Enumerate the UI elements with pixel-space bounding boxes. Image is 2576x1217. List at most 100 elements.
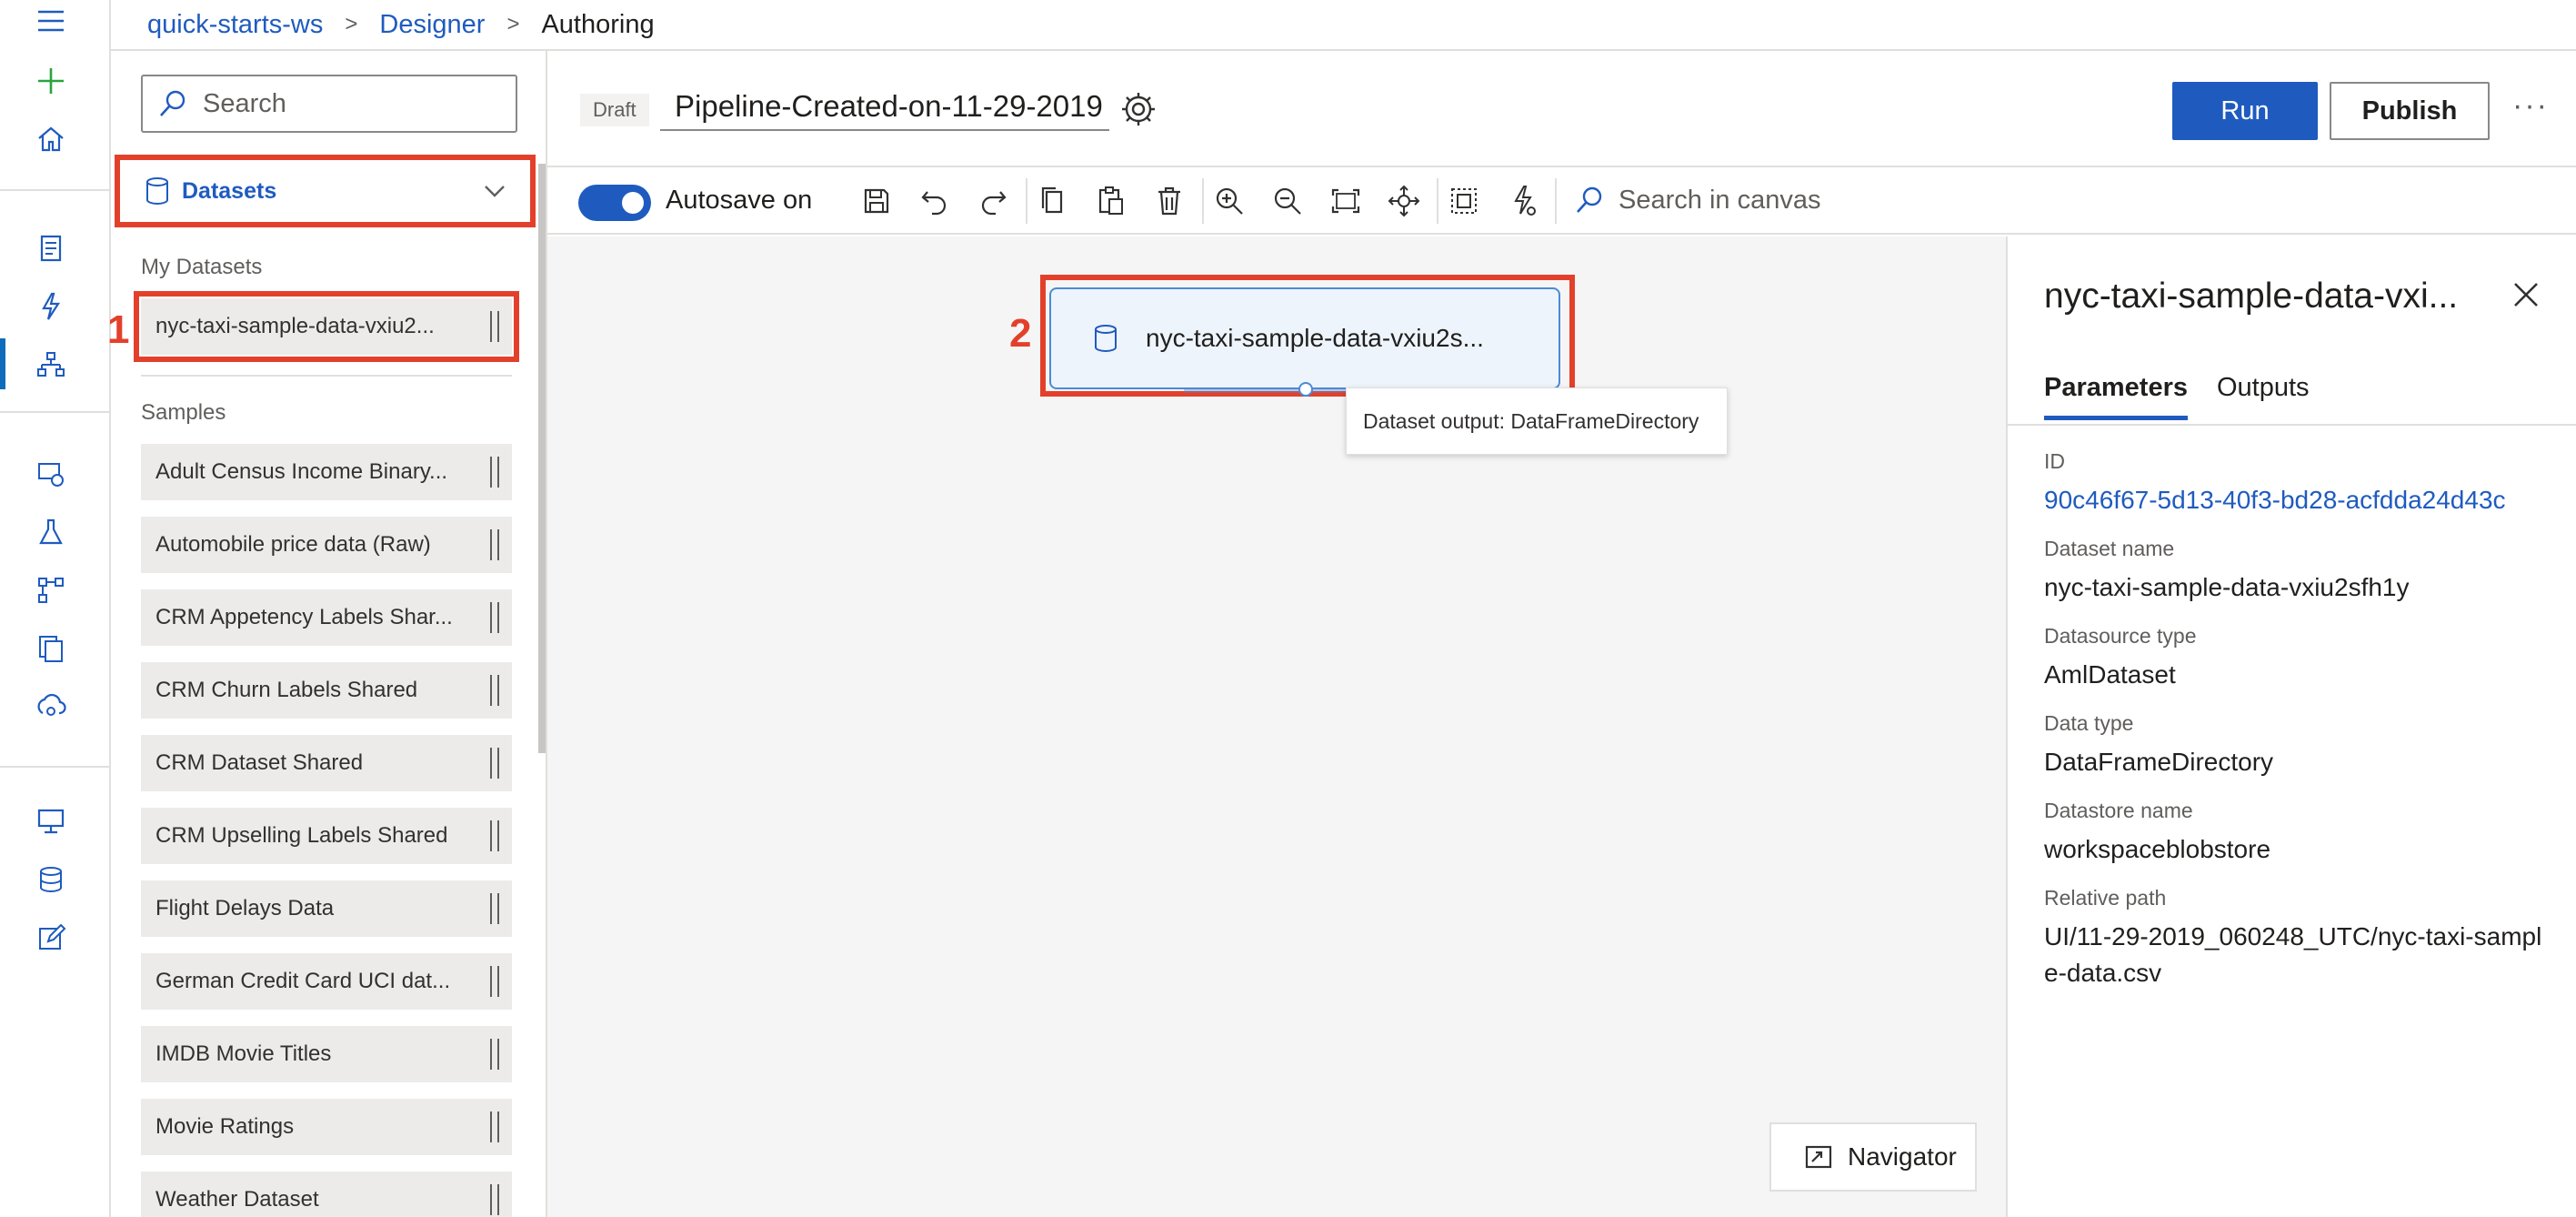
canvas-toolbar: Autosave on Search in canvas	[547, 167, 2576, 235]
endpoints-icon[interactable]	[28, 684, 74, 729]
copy-icon[interactable]	[1035, 183, 1071, 219]
pipelines-icon[interactable]	[28, 568, 74, 613]
pan-icon[interactable]	[1386, 183, 1422, 219]
palette-scrollbar[interactable]	[538, 164, 546, 753]
palette-search-input[interactable]: Search	[141, 75, 517, 133]
breadcrumb: quick-starts-ws > Designer > Authoring	[111, 0, 2576, 51]
experiments-icon[interactable]	[28, 509, 74, 555]
auto-layout-icon[interactable]	[1504, 183, 1540, 219]
sample-dataset-item[interactable]: IMDB Movie Titles	[141, 1026, 512, 1082]
sample-dataset-label: Weather Dataset	[155, 1187, 319, 1212]
undo-icon[interactable]	[917, 183, 953, 219]
sample-dataset-label: Flight Delays Data	[155, 896, 335, 920]
sample-dataset-item[interactable]: Weather Dataset	[141, 1172, 512, 1217]
drag-handle-icon[interactable]	[490, 675, 499, 706]
dataset-node-label: nyc-taxi-sample-data-vxiu2s...	[1146, 324, 1484, 352]
tab-outputs[interactable]: Outputs	[2217, 373, 2310, 420]
sample-dataset-item[interactable]: Movie Ratings	[141, 1099, 512, 1155]
datastores-icon[interactable]	[28, 857, 74, 902]
dataset-node[interactable]: nyc-taxi-sample-data-vxiu2s...	[1049, 287, 1560, 389]
drag-handle-icon[interactable]	[490, 1111, 499, 1142]
gear-icon[interactable]	[1118, 89, 1158, 129]
breadcrumb-designer-link[interactable]: Designer	[379, 10, 485, 40]
canvas-search-input[interactable]: Search in canvas	[1573, 184, 1820, 216]
zoom-in-icon[interactable]	[1211, 183, 1248, 219]
sample-dataset-item[interactable]: CRM Dataset Shared	[141, 735, 512, 791]
toolbar-divider	[1555, 178, 1557, 224]
chevron-down-icon[interactable]	[481, 177, 508, 205]
sample-dataset-item[interactable]: CRM Churn Labels Shared	[141, 662, 512, 719]
drag-handle-icon[interactable]	[490, 748, 499, 779]
drag-handle-icon[interactable]	[490, 893, 499, 924]
navigator-label: Navigator	[1848, 1142, 1957, 1171]
drag-handle-icon[interactable]	[490, 1039, 499, 1070]
notebooks-icon[interactable]	[28, 226, 74, 271]
datasets-category-header[interactable]: Datasets	[115, 155, 536, 227]
models-icon[interactable]	[28, 626, 74, 671]
breadcrumb-separator: >	[506, 12, 520, 36]
tab-parameters[interactable]: Parameters	[2044, 373, 2188, 420]
step-marker-2: 2	[1009, 311, 1032, 356]
delete-icon[interactable]	[1151, 183, 1188, 219]
breadcrumb-separator: >	[345, 12, 358, 36]
datasets-rail-icon[interactable]	[28, 451, 74, 497]
prop-dataset-name-value: nyc-taxi-sample-data-vxiu2sfh1y	[2044, 573, 2410, 601]
drag-handle-icon[interactable]	[490, 457, 499, 488]
prop-datastore-name-label: Datastore name	[2044, 799, 2193, 822]
redo-icon[interactable]	[975, 183, 1011, 219]
add-icon[interactable]	[28, 58, 74, 104]
hamburger-menu-icon[interactable]	[28, 0, 74, 44]
close-icon[interactable]	[2506, 275, 2546, 315]
pipeline-canvas[interactable]: 2 nyc-taxi-sample-data-vxiu2s... Dataset…	[547, 236, 2006, 1217]
prop-data-type-value: DataFrameDirectory	[2044, 748, 2274, 776]
toolbar-divider	[1437, 178, 1438, 224]
drag-handle-icon[interactable]	[490, 966, 499, 997]
output-port[interactable]	[1298, 382, 1313, 397]
save-icon[interactable]	[858, 183, 895, 219]
drag-handle-icon[interactable]	[490, 820, 499, 851]
drag-handle-icon[interactable]	[490, 311, 499, 342]
zoom-out-icon[interactable]	[1269, 183, 1306, 219]
compute-icon[interactable]	[28, 799, 74, 844]
navigator-button[interactable]: Navigator	[1769, 1122, 1977, 1192]
pipeline-title-bar: Draft Pipeline-Created-on-11-29-2019 Run…	[547, 51, 2576, 167]
breadcrumb-current: Authoring	[541, 9, 655, 39]
rail-divider	[0, 766, 109, 768]
prop-relative-path-label: Relative path	[2044, 886, 2167, 910]
prop-datasource-type-value: AmlDataset	[2044, 660, 2176, 689]
sample-dataset-item[interactable]: Adult Census Income Binary...	[141, 444, 512, 500]
sample-dataset-item[interactable]: German Credit Card UCI dat...	[141, 953, 512, 1010]
navigator-icon	[1805, 1145, 1832, 1169]
sample-dataset-label: CRM Upselling Labels Shared	[155, 823, 448, 848]
sample-dataset-label: CRM Dataset Shared	[155, 750, 364, 775]
more-options-icon[interactable]: ···	[2508, 87, 2553, 124]
data-labeling-icon[interactable]	[28, 915, 74, 961]
drag-handle-icon[interactable]	[490, 602, 499, 633]
prop-id-value[interactable]: 90c46f67-5d13-40f3-bd28-acfdda24d43c	[2044, 482, 2553, 518]
sample-dataset-label: IMDB Movie Titles	[155, 1041, 332, 1066]
sample-dataset-item[interactable]: CRM Upselling Labels Shared	[141, 808, 512, 864]
prop-data-type-label: Data type	[2044, 711, 2134, 735]
publish-button[interactable]: Publish	[2330, 82, 2490, 140]
fit-screen-icon[interactable]	[1328, 183, 1364, 219]
select-icon[interactable]	[1446, 183, 1482, 219]
pipeline-name-input[interactable]: Pipeline-Created-on-11-29-2019	[660, 84, 1109, 131]
breadcrumb-workspace-link[interactable]: quick-starts-ws	[147, 10, 323, 40]
drag-handle-icon[interactable]	[490, 1184, 499, 1215]
sample-dataset-item[interactable]: Flight Delays Data	[141, 880, 512, 937]
canvas-search-placeholder: Search in canvas	[1619, 185, 1821, 215]
autosave-toggle[interactable]	[578, 185, 651, 221]
prop-id-label: ID	[2044, 449, 2065, 473]
my-dataset-item-label: nyc-taxi-sample-data-vxiu2...	[155, 314, 435, 338]
prop-dataset-name-label: Dataset name	[2044, 537, 2175, 560]
home-icon[interactable]	[28, 116, 74, 162]
paste-icon[interactable]	[1093, 183, 1129, 219]
sample-dataset-item[interactable]: CRM Appetency Labels Shar...	[141, 589, 512, 646]
automl-icon[interactable]	[28, 284, 74, 329]
run-button[interactable]: Run	[2172, 82, 2318, 140]
step-marker-1: 1	[107, 307, 130, 352]
my-dataset-item[interactable]: nyc-taxi-sample-data-vxiu2...	[134, 291, 519, 362]
drag-handle-icon[interactable]	[490, 529, 499, 560]
sample-dataset-item[interactable]: Automobile price data (Raw)	[141, 517, 512, 573]
designer-icon[interactable]	[28, 342, 74, 387]
